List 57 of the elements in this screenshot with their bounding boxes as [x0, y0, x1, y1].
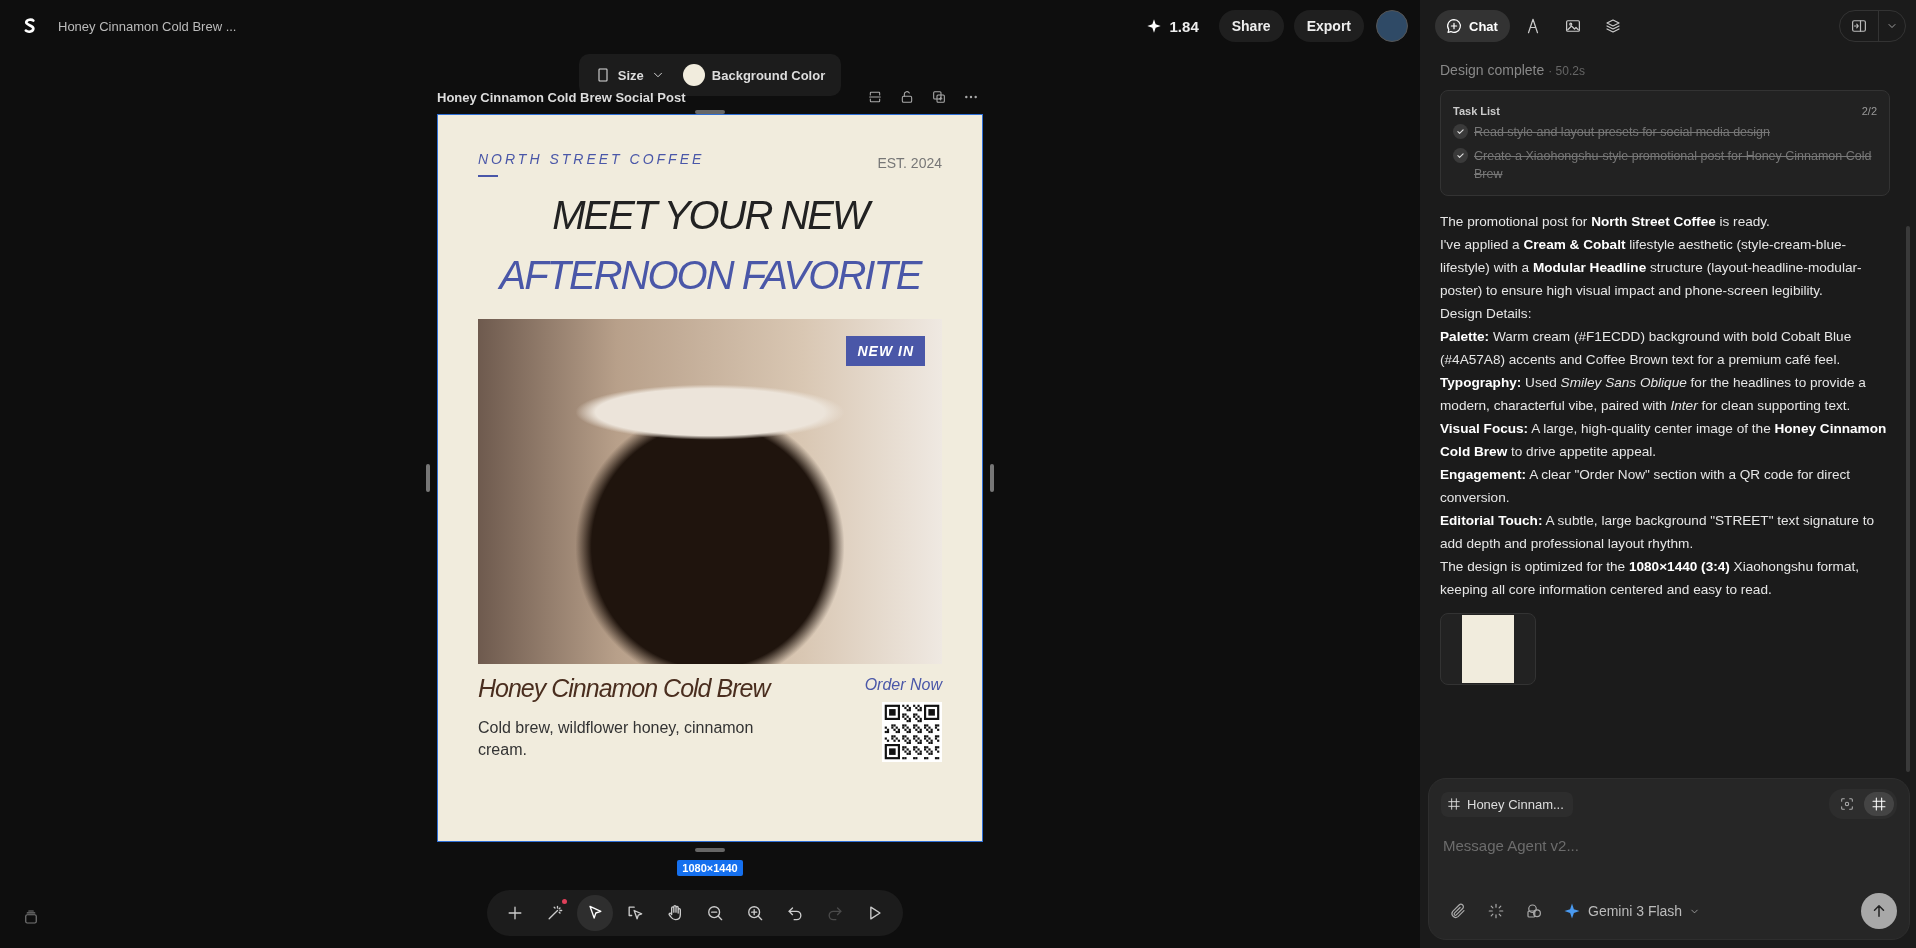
- frame-icon: [1871, 796, 1887, 812]
- chat-plus-icon: [1445, 17, 1463, 35]
- frame-mode-button[interactable]: [1864, 792, 1894, 816]
- background-color-button[interactable]: Background Color: [680, 60, 828, 90]
- chat-message-text: The design is optimized for the 1080×1440 (3:4) Xiaohongshu format, keeping all core information centered and easy to read.: [1440, 558, 1861, 599]
- sparkle-icon: [1563, 902, 1581, 920]
- established-year: EST. 2024: [877, 155, 942, 171]
- resize-handle[interactable]: [990, 464, 994, 492]
- chat-message-text: The promotional post for North Street Coffee is ready.: [1440, 213, 1771, 231]
- focus-icon: [1839, 796, 1855, 812]
- order-now-label: Order Now: [864, 676, 942, 694]
- task-text: Read style and layout presets for social media design: [1474, 124, 1770, 141]
- frame-icon: [1447, 797, 1461, 811]
- image-icon: [1563, 17, 1582, 35]
- frame-title[interactable]: Honey Cinnamon Cold Brew Social Post: [437, 89, 686, 105]
- model-selector[interactable]: Gemini 3 Flash: [1563, 902, 1701, 920]
- send-button[interactable]: [1861, 893, 1897, 929]
- chat-message-text: Visual Focus: A large, high-quality center image of the Honey Cinnamon Cold Brew to drive appetite appeal.: [1440, 420, 1888, 461]
- status-text: Design complete: [1440, 62, 1545, 78]
- project-title[interactable]: Honey Cinnamon Cold Brew ...: [58, 18, 237, 34]
- chat-message-text: Palette: Warm cream (#F1ECDD) background with bold Cobalt Blue (#4A57A8) accents and Coffee Brown text for a premium café feel.: [1440, 328, 1853, 369]
- chat-message-text: Typography: Used Smiley Sans Oblique for the headlines to provide a modern, characterful vibe, paired with Inter for clean supporting text.: [1440, 374, 1867, 415]
- duplicate-icon[interactable]: [931, 89, 947, 105]
- chat-plus-tab[interactable]: Chat: [1435, 10, 1510, 42]
- sparkles-icon[interactable]: [1487, 902, 1505, 920]
- chat-message-text: Engagement: A clear "Order Now" section with a QR code for direct conversion.: [1440, 466, 1852, 507]
- chat-message-text: Design Details:: [1440, 305, 1533, 323]
- chat-message-text: Editorial Touch: A subtle, large background "STREET" text signature to add depth and professional layout rhythm.: [1440, 512, 1875, 553]
- credits-count: 1.84: [1169, 17, 1199, 35]
- resize-handle[interactable]: [695, 848, 725, 852]
- fit-icon[interactable]: [867, 89, 883, 105]
- shapes-icon[interactable]: [1525, 902, 1543, 920]
- header-button[interactable]: Share: [1218, 10, 1284, 42]
- design-thumbnail[interactable]: [1440, 613, 1536, 685]
- resize-handle[interactable]: [426, 464, 430, 492]
- brand-name: NORTH STREET COFFEE: [478, 151, 705, 167]
- stack-icon[interactable]: [22, 908, 40, 926]
- context-chip[interactable]: Honey Cinnam...: [1441, 791, 1573, 817]
- pointer-tool[interactable]: [577, 895, 613, 931]
- header-button[interactable]: Export: [1293, 10, 1364, 42]
- new-in-badge: NEW IN: [846, 336, 925, 366]
- message-input[interactable]: Message Agent v2...: [1441, 833, 1883, 857]
- task-text: Create a Xiaohongshu-style promotional post for Honey Cinnamon Cold Brew: [1474, 148, 1873, 183]
- product-description: Cold brew, wildflower honey, cinnamon cream.: [478, 718, 755, 760]
- task-count: 2/2: [1861, 105, 1877, 117]
- paperclip-icon[interactable]: [1449, 902, 1467, 920]
- unlock-icon[interactable]: [899, 89, 915, 105]
- task-list-title: Task List: [1453, 105, 1500, 117]
- qr-code: [882, 702, 942, 762]
- resize-handle[interactable]: [695, 110, 725, 114]
- panel-collapse-icon: [1850, 17, 1868, 35]
- size-label: 1080×1440: [677, 860, 743, 876]
- product-name: Honey Cinnamon Cold Brew: [478, 674, 773, 703]
- headline: AFTERNOON FAVORITE: [499, 252, 921, 299]
- chat-message-text: I've applied a Cream & Cobalt lifestyle aesthetic (style-cream-blue-lifestyle) with a Modular Headline structure (layout-headline-modular-poster) to ensure high visual impact and phone-screen legibility.: [1440, 236, 1863, 300]
- size-dropdown[interactable]: Size: [592, 63, 667, 87]
- duration-text: · 50.2s: [1548, 64, 1585, 78]
